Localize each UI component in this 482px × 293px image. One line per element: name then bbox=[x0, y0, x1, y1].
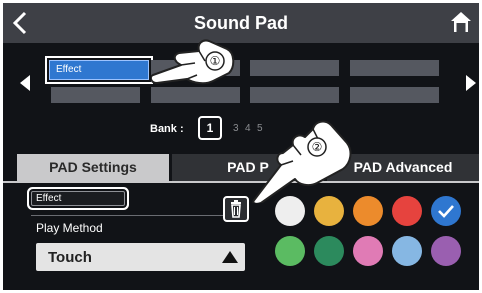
pad-name-field[interactable]: Effect bbox=[31, 191, 125, 206]
color-swatch[interactable] bbox=[392, 236, 422, 266]
home-icon[interactable] bbox=[449, 10, 473, 34]
chevron-left-icon[interactable] bbox=[9, 9, 33, 37]
title-bar: Sound Pad bbox=[3, 3, 479, 43]
play-method-dropdown[interactable]: Touch bbox=[36, 243, 245, 271]
color-swatch[interactable] bbox=[314, 236, 344, 266]
page-title: Sound Pad bbox=[194, 13, 288, 33]
arrow-right-icon[interactable] bbox=[461, 73, 479, 93]
arrow-left-icon[interactable] bbox=[17, 73, 35, 93]
bank-button[interactable]: 3 bbox=[233, 123, 239, 134]
pad-6[interactable] bbox=[151, 87, 240, 103]
divider bbox=[31, 215, 249, 216]
tab-underline bbox=[3, 181, 479, 183]
sound-pad-screen: Sound Pad Effect Bank : 1 3 4 5 PAD Sett… bbox=[3, 3, 479, 290]
callout-1: ① bbox=[210, 54, 221, 68]
pad-1-selected[interactable]: Effect bbox=[49, 60, 149, 80]
color-swatch[interactable] bbox=[353, 196, 383, 226]
pad-5[interactable] bbox=[51, 87, 140, 103]
bank-button-selected[interactable]: 1 bbox=[198, 116, 222, 140]
tab-pad-settings[interactable]: PAD Settings bbox=[17, 154, 169, 181]
delete-button[interactable] bbox=[223, 196, 249, 222]
color-swatch[interactable] bbox=[275, 236, 305, 266]
bank-button[interactable]: 4 bbox=[245, 123, 251, 134]
color-swatch[interactable] bbox=[431, 196, 461, 226]
pointing-hand-icon bbox=[252, 120, 352, 203]
pad-8[interactable] bbox=[350, 87, 439, 103]
pad-4[interactable] bbox=[350, 60, 439, 76]
callout-2: ② bbox=[312, 140, 323, 154]
bank-label: Bank : bbox=[150, 123, 184, 135]
play-method-value: Touch bbox=[48, 249, 92, 266]
pointing-hand-icon: ① bbox=[151, 39, 235, 85]
check-icon bbox=[438, 205, 454, 218]
color-swatch[interactable] bbox=[353, 236, 383, 266]
pad-3[interactable] bbox=[250, 60, 339, 76]
trash-icon bbox=[231, 200, 241, 218]
play-method-label: Play Method bbox=[36, 221, 103, 235]
color-swatch[interactable] bbox=[431, 236, 461, 266]
pad-label: Effect bbox=[56, 64, 82, 75]
triangle-up-icon bbox=[222, 251, 238, 263]
color-swatch[interactable] bbox=[392, 196, 422, 226]
